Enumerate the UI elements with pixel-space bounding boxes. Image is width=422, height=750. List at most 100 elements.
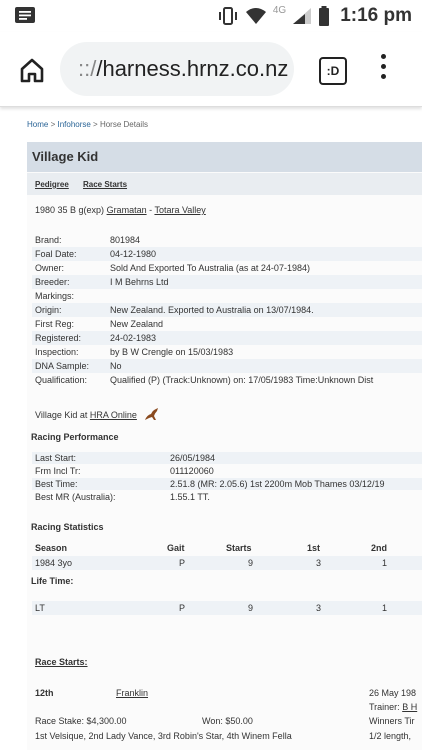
detail-label: Origin: [35,305,62,315]
detail-row-brand: Brand: 801984 [32,233,422,247]
status-bar: 4G 1:16 pm [0,0,422,32]
performance-label: Best MR (Australia): [35,492,116,502]
trainer-link[interactable]: B H [402,702,417,712]
notification-icon [15,7,35,23]
race-margin: 1/2 length, [369,731,412,741]
lifetime-row: LT P 9 3 1 [32,601,422,615]
detail-row-origin: Origin: New Zealand. Exported to Australi… [32,303,422,317]
tab-pedigree[interactable]: Pedigree [35,180,69,189]
url-text[interactable]: :://harness.hrnz.co.nz [78,56,288,82]
tab-race-starts[interactable]: Race Starts [83,180,127,189]
detail-row-owner: Owner: Sold And Exported To Australia (as… [32,261,422,275]
performance-value: 011120060 [170,466,214,476]
browser-toolbar: :://harness.hrnz.co.nz :D [0,32,422,107]
detail-value: 24-02-1983 [110,333,157,343]
stat-first: 3 [316,603,322,613]
horse-summary: 1980 35 B g(exp) Gramatan - Totara Valle… [35,205,206,215]
stat-season: LT [35,603,45,613]
hra-text: Village Kid at [35,410,90,420]
sire-link[interactable]: Gramatan [107,205,147,215]
stat-starts: 9 [248,558,254,568]
stat-starts: 9 [248,603,254,613]
home-icon[interactable] [18,56,46,84]
performance-label: Best Time: [35,479,78,489]
lifetime-heading: Life Time: [31,576,74,586]
race-trainer: Trainer: B H [369,702,417,712]
url-prefix: ::/ [78,56,97,81]
detail-row-foal-date: Foal Date: 04-12-1980 [32,247,422,261]
battery-icon [319,6,330,26]
stat-gait: P [179,558,186,568]
detail-label: Inspection: [35,347,79,357]
detail-row-inspection: Inspection: by B W Crengle on 15/03/1983 [32,345,422,359]
tab-switcher-button[interactable]: :D [319,57,347,85]
wifi-icon [245,8,266,24]
detail-value: 04-12-1980 [110,249,157,259]
detail-row-first-reg: First Reg: New Zealand [32,317,422,331]
subnav: Pedigree Race Starts [27,173,422,195]
stat-gait: P [179,603,186,613]
statistics-header-row: Season Gait Starts 1st 2nd [32,541,422,555]
stat-first: 3 [316,558,322,568]
column-header-2nd: 2nd [371,543,388,553]
performance-label: Last Start: [35,453,77,463]
trainer-label: Trainer: [369,702,403,712]
detail-row-dna-sample: DNA Sample: No [32,359,422,373]
detail-label: Foal Date: [35,249,77,259]
performance-label: Frm Incl Tr: [35,466,81,476]
race-date: 26 May 198 [369,688,417,698]
horse-details-panel: Village Kid Pedigree Race Starts 1980 35… [27,142,422,750]
detail-row-registered: Registered: 24-02-1983 [32,331,422,345]
overflow-menu-icon[interactable] [378,54,388,84]
race-won: Won: $50.00 [202,716,253,726]
stat-second: 1 [382,603,388,613]
breadcrumb-home[interactable]: Home [27,120,48,129]
racing-performance-heading: Racing Performance [31,432,119,442]
race-placings: 1st Velsique, 2nd Lady Vance, 3rd Robin'… [35,731,292,741]
detail-row-breeder: Breeder: I M Behrns Ltd [32,275,422,289]
performance-row-form: Frm Incl Tr: 011120060 [32,465,422,477]
dam-link[interactable]: Totara Valley [154,205,205,215]
detail-label: Brand: [35,235,62,245]
kangaroo-icon [145,408,159,420]
race-track-link[interactable]: Franklin [116,688,148,698]
breadcrumb-infohorse[interactable]: Infohorse [57,120,90,129]
stat-second: 1 [382,558,388,568]
performance-value: 2.51.8 (MR: 2.05.6) 1st 2200m Mob Thames… [170,479,385,489]
signal-icon [293,8,312,24]
clock: 1:16 pm [340,5,412,26]
statistics-row: 1984 3yo P 9 3 1 [32,556,422,570]
detail-value: 801984 [110,235,141,245]
race-starts-heading[interactable]: Race Starts: [35,657,88,667]
column-header-season: Season [35,543,68,553]
hra-online-link[interactable]: HRA Online [90,410,137,420]
address-bar[interactable]: :://harness.hrnz.co.nz [60,42,294,96]
detail-value: Qualified (P) (Track:Unknown) on: 17/05/… [110,375,374,385]
summary-text: 1980 35 B g(exp) [35,205,107,215]
performance-row-last-start: Last Start: 26/05/1984 [32,452,422,464]
detail-label: First Reg: [35,319,75,329]
detail-label: DNA Sample: [35,361,90,371]
race-winners-time: Winners Tir [369,716,415,726]
detail-value: by B W Crengle on 15/03/1983 [110,347,234,357]
detail-label: Registered: [35,333,82,343]
column-header-starts: Starts [226,543,252,553]
page-title: Village Kid [32,149,99,164]
title-bar: Village Kid [27,142,422,172]
detail-label: Owner: [35,263,65,273]
detail-label: Markings: [35,291,75,301]
detail-value: New Zealand. Exported to Australia on 13… [110,305,314,315]
page-content: Home > Infohorse > Horse Details Village… [0,107,422,750]
race-stake: Race Stake: $4,300.00 [35,716,127,726]
breadcrumb-current: Horse Details [99,120,148,129]
url-host: /harness.hrnz.co.nz [96,56,289,81]
racing-statistics-heading: Racing Statistics [31,522,104,532]
network-type-label: 4G [272,4,287,16]
hra-link-row: Village Kid at HRA Online [35,407,161,421]
detail-value: No [110,361,122,371]
detail-value: Sold And Exported To Australia (as at 24… [110,263,310,273]
stat-season: 1984 3yo [35,558,73,568]
column-header-1st: 1st [307,543,321,553]
breadcrumb: Home > Infohorse > Horse Details [27,120,148,129]
performance-row-best-time: Best Time: 2.51.8 (MR: 2.05.6) 1st 2200m … [32,478,422,490]
